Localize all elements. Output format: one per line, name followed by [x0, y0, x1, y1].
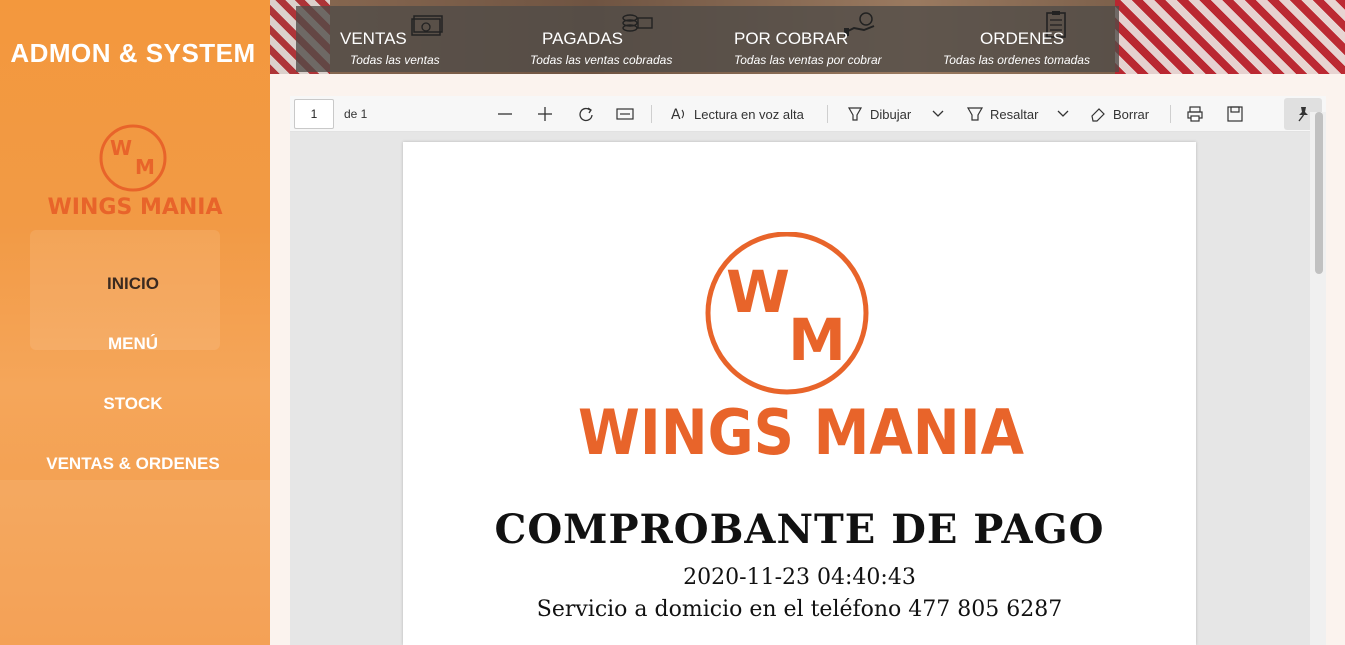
stat-ordenes[interactable]: ORDENES Todas las ordenes tomadas: [941, 6, 1111, 72]
doc-logo-wordmark: WINGS MANIA: [578, 396, 1024, 464]
print-button[interactable]: [1186, 102, 1204, 126]
doc-logo-initial-w: W: [726, 258, 790, 326]
logo-initial-w: W: [110, 136, 132, 160]
pdf-viewer: 1 de 1 A Lectura en voz alta Dibujar Res…: [290, 96, 1326, 645]
stat-ordenes-subtitle: Todas las ordenes tomadas: [943, 53, 1090, 67]
stats-bar: VENTAS Todas las ventas PAGADAS Todas la…: [296, 6, 1119, 72]
stat-ordenes-title: ORDENES: [980, 29, 1065, 48]
chevron-down-icon: [1057, 110, 1069, 117]
erase-label: Borrar: [1113, 106, 1150, 122]
banner-decoration-right: [1115, 0, 1345, 74]
stat-pagadas-subtitle: Todas las ventas cobradas: [530, 53, 673, 67]
toolbar-divider: [827, 105, 828, 123]
top-banner: VENTAS Todas las ventas PAGADAS Todas la…: [270, 0, 1345, 74]
sidebar-item-inicio[interactable]: INICIO: [0, 262, 266, 322]
rotate-button[interactable]: [577, 102, 595, 126]
coins-icon: [622, 14, 653, 32]
read-aloud-button[interactable]: A Lectura en voz alta: [670, 102, 804, 126]
stat-por-cobrar[interactable]: POR COBRAR Todas las ventas por cobrar: [734, 6, 904, 72]
highlight-icon: [966, 107, 984, 121]
stat-ventas[interactable]: VENTAS Todas las ventas: [340, 6, 490, 72]
stat-ventas-title: VENTAS: [340, 29, 407, 48]
print-icon: [1187, 106, 1203, 122]
doc-logo-initial-m: M: [788, 306, 846, 374]
page-count-label: de 1: [344, 107, 368, 121]
plus-icon: [538, 107, 552, 121]
receipt-datetime: 2020-11-23 04:40:43: [683, 565, 916, 590]
wings-mania-document-logo: W M WINGS MANIA: [578, 232, 1024, 464]
read-aloud-icon: A: [671, 107, 685, 123]
brand-title: ADMON & SYSTEM: [10, 38, 256, 68]
svg-text:A: A: [671, 107, 681, 123]
cash-icon: [411, 15, 443, 36]
receipt-service-phone: Servicio a domicio en el teléfono 477 80…: [536, 597, 1063, 622]
logo-wordmark: WINGS MANIA: [48, 195, 223, 220]
rotate-icon: [579, 107, 593, 122]
sidebar-item-ventas-ordenes[interactable]: VENTAS & ORDENES: [0, 442, 266, 502]
page-number-input[interactable]: 1: [294, 99, 334, 129]
stat-por-cobrar-title: POR COBRAR: [734, 29, 849, 48]
stat-pagadas-title: PAGADAS: [542, 29, 623, 48]
draw-button[interactable]: Dibujar: [846, 102, 911, 126]
sidebar: ADMON & SYSTEM W M WINGS MANIA INICIO ME…: [0, 0, 270, 645]
toolbar-divider: [1170, 105, 1171, 123]
highlight-options-dropdown[interactable]: [1056, 102, 1070, 126]
toolbar-divider: [651, 105, 652, 123]
erase-button[interactable]: Borrar: [1089, 102, 1149, 126]
save-icon: [1227, 106, 1243, 122]
logo-initial-m: M: [135, 155, 155, 179]
scrollbar-thumb[interactable]: [1315, 112, 1323, 274]
highlight-label: Resaltar: [990, 106, 1039, 122]
fit-width-button[interactable]: [616, 102, 634, 126]
minus-icon: [498, 113, 512, 115]
save-button[interactable]: [1226, 102, 1244, 126]
wings-mania-logo: W M WINGS MANIA: [48, 124, 223, 220]
pdf-toolbar: 1 de 1 A Lectura en voz alta Dibujar Res…: [290, 96, 1326, 132]
stat-por-cobrar-subtitle: Todas las ventas por cobrar: [734, 53, 882, 67]
pdf-page: W M WINGS MANIA COMPROBANTE DE PAGO 2020…: [403, 142, 1196, 645]
read-aloud-label: Lectura en voz alta: [694, 106, 804, 122]
vertical-scrollbar[interactable]: [1310, 112, 1326, 645]
sidebar-nav: INICIO MENÚ STOCK VENTAS & ORDENES: [0, 262, 266, 502]
sidebar-item-menu[interactable]: MENÚ: [0, 322, 266, 382]
zoom-in-button[interactable]: [536, 102, 554, 126]
chevron-down-icon: [932, 110, 944, 117]
zoom-out-button[interactable]: [496, 102, 514, 126]
stat-ventas-subtitle: Todas las ventas: [350, 53, 440, 67]
stat-pagadas[interactable]: PAGADAS Todas las ventas cobradas: [530, 6, 700, 72]
hand-coin-icon: [844, 12, 875, 36]
sidebar-item-stock[interactable]: STOCK: [0, 382, 266, 442]
draw-options-dropdown[interactable]: [931, 102, 945, 126]
fit-width-icon: [616, 108, 634, 120]
eraser-icon: [1091, 108, 1105, 122]
receipt-title: COMPROBANTE DE PAGO: [494, 506, 1105, 553]
draw-icon: [847, 107, 863, 121]
highlight-button[interactable]: Resaltar: [966, 102, 1038, 126]
draw-label: Dibujar: [870, 106, 912, 122]
